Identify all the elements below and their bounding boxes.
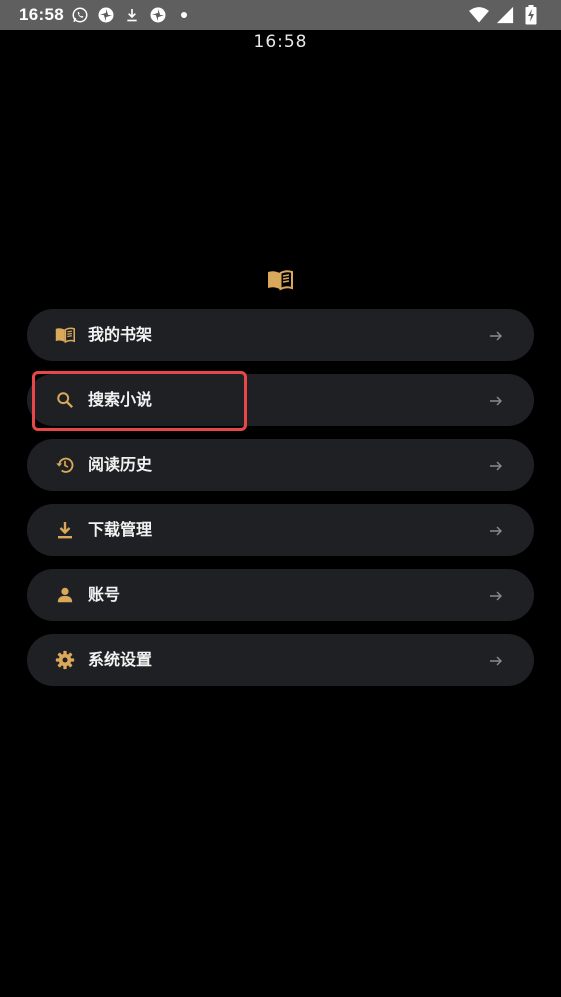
dot-icon <box>174 5 194 25</box>
pinwheel-icon <box>96 5 116 25</box>
search-icon <box>55 390 75 410</box>
menu-item-download-manager[interactable]: 下载管理 <box>27 504 534 556</box>
menu-item-label: 我的书架 <box>88 325 153 344</box>
menu-item-label: 下载管理 <box>88 520 153 539</box>
menu-item-system-settings[interactable]: 系统设置 <box>27 634 534 686</box>
menu-item-account[interactable]: 账号 <box>27 569 534 621</box>
arrow-right-icon <box>489 588 503 602</box>
person-icon <box>55 585 75 605</box>
status-bar: 16:58 <box>0 0 561 30</box>
arrow-right-icon <box>489 393 503 407</box>
arrow-right-icon <box>489 653 503 667</box>
status-time: 16:58 <box>19 5 64 24</box>
arrow-right-icon <box>489 523 503 537</box>
wifi-icon <box>469 5 489 25</box>
menu-item-label: 系统设置 <box>88 650 153 669</box>
menu-item-label: 阅读历史 <box>88 455 153 474</box>
clock-time: 16:58 <box>253 32 308 52</box>
battery-charging-icon <box>521 5 541 25</box>
status-right-group <box>469 5 541 25</box>
menu-item-reading-history[interactable]: 阅读历史 <box>27 439 534 491</box>
arrow-right-icon <box>489 328 503 342</box>
gear-icon <box>55 650 75 670</box>
menu-item-label: 搜索小说 <box>88 390 153 409</box>
history-icon <box>55 455 75 475</box>
open-book-icon <box>267 269 293 291</box>
menu-item-search-novel[interactable]: 搜索小说 <box>27 374 534 426</box>
whatsapp-icon <box>70 5 90 25</box>
arrow-right-icon <box>489 458 503 472</box>
download-icon <box>55 520 75 540</box>
open-book-icon <box>55 325 75 345</box>
pinwheel-icon <box>148 5 168 25</box>
signal-icon <box>495 5 515 25</box>
menu-item-label: 账号 <box>88 585 121 604</box>
main-menu: 我的书架 搜索小说 阅读历史 下载管理 账号 系统设置 <box>27 309 534 699</box>
menu-item-bookshelf[interactable]: 我的书架 <box>27 309 534 361</box>
download-icon <box>122 5 142 25</box>
status-left-group: 16:58 <box>19 4 194 26</box>
